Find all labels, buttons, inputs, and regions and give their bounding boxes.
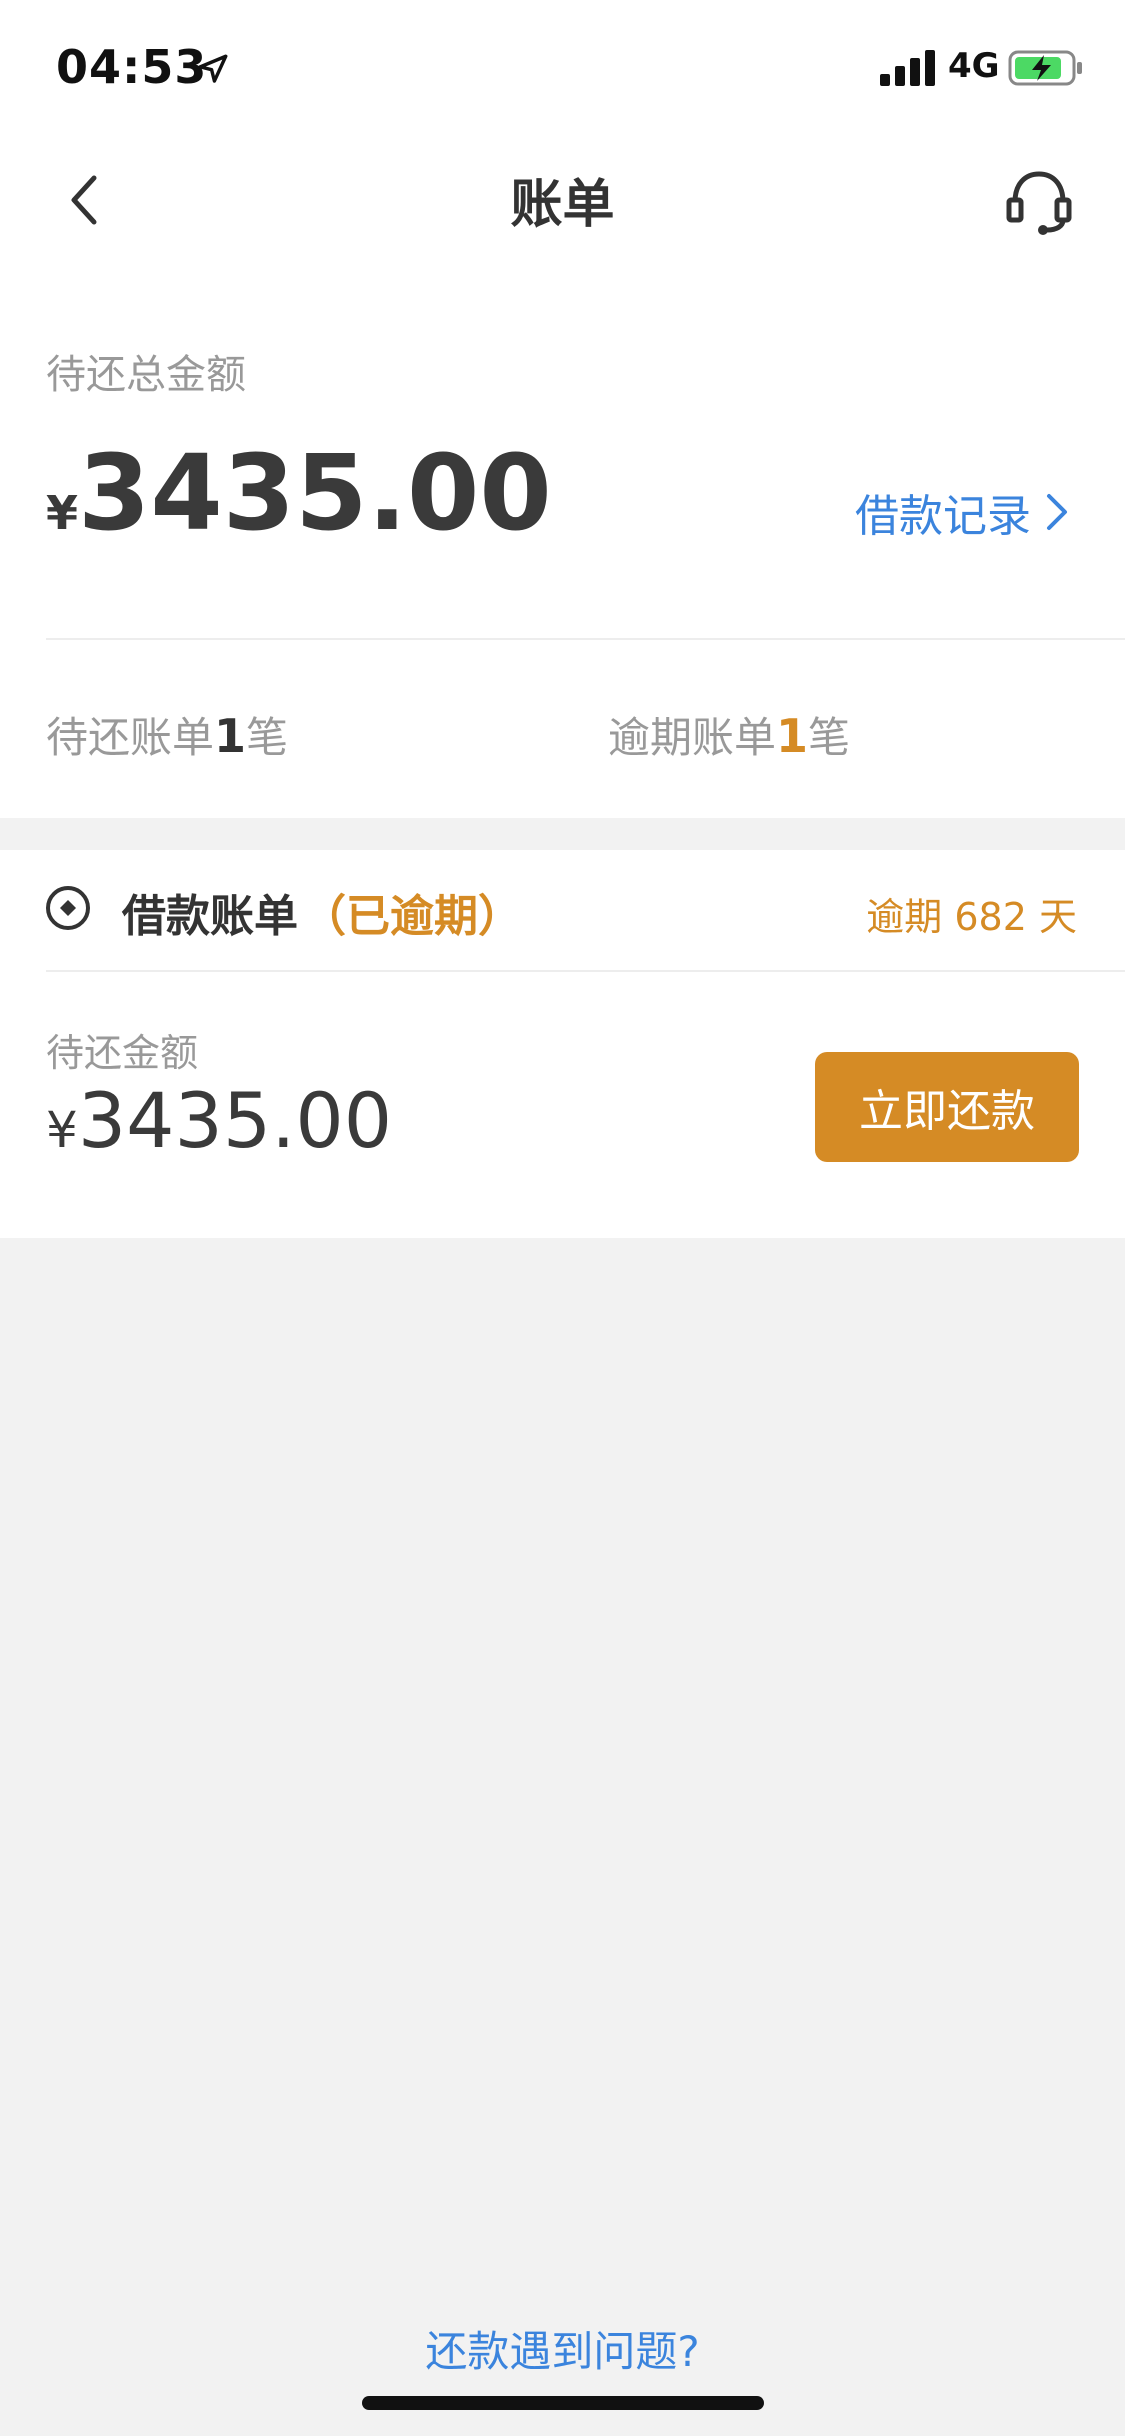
pending-prefix: 待还账单 (46, 713, 215, 762)
bill-due-label: 待还金额 (46, 1031, 199, 1075)
summary-card: 待还总金额 ¥3435.00 借款记录 待还账单1笔 逾期账单1笔 (0, 262, 1125, 818)
divider (46, 638, 1125, 640)
pending-suffix: 笔 (246, 713, 289, 762)
overdue-bills-count: 逾期账单1笔 (608, 704, 850, 765)
bill-title: 借款账单 (122, 891, 298, 942)
page-title: 账单 (510, 175, 615, 235)
currency-symbol: ¥ (46, 1101, 78, 1159)
network-type: 4G (948, 46, 1000, 86)
overdue-prefix: 逾期账单 (608, 713, 777, 762)
home-indicator (362, 2396, 764, 2410)
overdue-count-value: 1 (776, 709, 809, 763)
loan-bill-card[interactable]: 借款账单 （已逾期） 逾期 682 天 待还金额 ¥3435.00 立即还款 (0, 850, 1125, 1238)
bill-due-value: 3435.00 (77, 1076, 393, 1165)
total-due-value: 3435.00 (78, 432, 552, 554)
overdue-days: 逾期 682 天 (866, 895, 1077, 939)
location-arrow-icon (198, 54, 228, 83)
nav-bar: 账单 (0, 132, 1125, 262)
overdue-suffix: 笔 (808, 713, 851, 762)
pending-bills-count: 待还账单1笔 (46, 704, 288, 765)
total-due-label: 待还总金额 (46, 352, 246, 398)
signal-icon (880, 50, 935, 86)
overdue-status-tag: （已逾期） (302, 891, 522, 942)
divider (46, 970, 1125, 972)
repayment-help-link[interactable]: 还款遇到问题? (0, 2318, 1125, 2379)
status-time: 04:53 (56, 40, 208, 94)
total-due-amount: ¥3435.00 (46, 432, 552, 554)
pending-count-value: 1 (214, 709, 247, 763)
customer-service-button[interactable] (997, 158, 1081, 242)
loan-record-label: 借款记录 (855, 491, 1031, 542)
loan-record-link[interactable]: 借款记录 (855, 480, 1069, 544)
currency-symbol: ¥ (46, 486, 79, 540)
bill-page: 04:53 4G 账单 待还总金额 ¥3435.00 借款记录 待还账单1笔 逾… (0, 0, 1125, 2436)
chevron-right-icon (1047, 494, 1067, 530)
battery-charging-icon (1008, 50, 1082, 86)
status-bar: 04:53 4G (0, 0, 1125, 132)
coin-icon (46, 886, 90, 930)
headset-icon (1006, 171, 1072, 235)
repay-now-button[interactable]: 立即还款 (815, 1052, 1079, 1162)
bill-due-amount: ¥3435.00 (46, 1076, 392, 1165)
